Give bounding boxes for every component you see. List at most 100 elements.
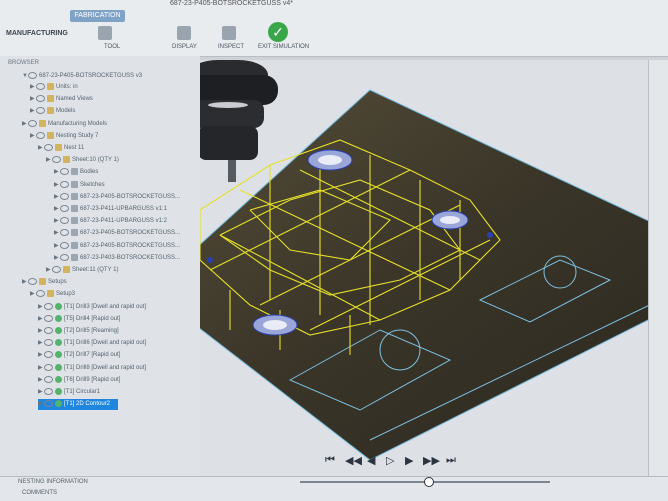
tree-item[interactable]: ▶ Sheet:10 (QTY 1) [46,155,119,166]
chevron-right-icon[interactable]: ▶ [54,216,60,227]
tree-item[interactable]: ▶ [T5] Drill4 [Rapid out] [38,314,120,325]
tree-item[interactable]: ▶ 687-23-P405-BOTSROCKETGUSS... [54,228,180,239]
checkmark-icon[interactable]: ✓ [268,22,288,42]
chevron-right-icon[interactable]: ▶ [30,106,36,117]
chevron-right-icon[interactable]: ▶ [54,253,60,264]
eye-icon[interactable] [28,119,37,127]
step-back-icon[interactable]: ◀◀ [345,454,362,467]
display-icon[interactable] [177,26,191,40]
chevron-right-icon[interactable]: ▶ [38,387,44,398]
tool-group-label[interactable]: TOOL [104,44,120,50]
eye-icon[interactable] [60,217,69,225]
tree-item[interactable]: ▶ [T6] Drill9 [Rapid out] [38,375,120,386]
eye-icon[interactable] [60,241,69,249]
chevron-right-icon[interactable]: ▶ [46,265,52,276]
tab-fabrication[interactable]: FABRICATION [70,10,125,22]
tree-item[interactable]: ▶ [T1] Circular1 [38,387,100,398]
eye-icon[interactable] [44,339,53,347]
chevron-right-icon[interactable]: ▶ [38,350,44,361]
eye-icon[interactable] [44,375,53,383]
tree-item[interactable]: ▶ 687-23-P411-UPBARGUSS v1:2 [54,216,167,227]
inspect-group-label[interactable]: INSPECT [218,44,244,50]
skip-end-icon[interactable]: ⏭ [446,454,456,467]
chevron-right-icon[interactable]: ▶ [38,399,44,410]
eye-icon[interactable] [36,82,45,90]
eye-icon[interactable] [36,95,45,103]
chevron-right-icon[interactable]: ▶ [38,375,44,386]
tree-item[interactable]: ▶ Sketches [54,180,105,191]
tree-item[interactable]: ▶ [T1] Drill8 [Dwell and rapid out] [38,363,146,374]
tree-item[interactable]: ▶ [T1] 2D Contour2 [38,399,119,411]
eye-icon[interactable] [60,168,69,176]
eye-icon[interactable] [44,314,53,322]
browser-root[interactable]: ▼ 687-23-P405-BOTSROCKETGUSS v3 [22,71,142,82]
eye-icon[interactable] [28,278,37,286]
eye-icon[interactable] [28,71,37,79]
play-icon[interactable]: ▷ [386,454,394,467]
tree-item[interactable]: ▶ 687-23-P405-BOTSROCKETGUSS... [54,241,180,252]
eye-icon[interactable] [60,204,69,212]
eye-icon[interactable] [44,363,53,371]
chevron-right-icon[interactable]: ▶ [54,228,60,239]
exit-simulation-button[interactable]: EXIT SIMULATION [258,44,309,50]
chevron-right-icon[interactable]: ▶ [54,192,60,203]
eye-icon[interactable] [44,400,53,408]
step-forward-icon[interactable]: ▶▶ [423,454,440,467]
eye-icon[interactable] [52,265,61,273]
chevron-right-icon[interactable]: ▶ [38,143,44,154]
eye-icon[interactable] [60,180,69,188]
nesting-information-panel[interactable]: NESTING INFORMATION [18,479,88,485]
chevron-right-icon[interactable]: ▶ [30,131,36,142]
tree-item[interactable]: ▶ Setup3 [30,289,75,300]
tree-item[interactable]: ▶ Nesting Study 7 [30,131,98,142]
tree-item[interactable]: ▶ Named Views [30,94,93,105]
eye-icon[interactable] [52,156,61,164]
chevron-right-icon[interactable]: ▶ [54,204,60,215]
comments-panel[interactable]: COMMENTS [22,490,57,496]
eye-icon[interactable] [44,302,53,310]
step-forward-single-icon[interactable]: ▶ [405,454,413,467]
tree-item[interactable]: ▶ [T1] Drill6 [Dwell and rapid out] [38,338,146,349]
chevron-right-icon[interactable]: ▶ [38,338,44,349]
chevron-right-icon[interactable]: ▶ [22,277,28,288]
tree-item[interactable]: ▶ Sheet:11 (QTY 1) [46,265,118,276]
chevron-right-icon[interactable]: ▶ [38,314,44,325]
simulation-canvas[interactable] [120,60,668,500]
chevron-right-icon[interactable]: ▶ [30,94,36,105]
chevron-right-icon[interactable]: ▶ [54,167,60,178]
tree-item[interactable]: ▶ Units: in [30,82,78,93]
chevron-down-icon[interactable]: ▼ [22,71,28,82]
chevron-right-icon[interactable]: ▶ [46,155,52,166]
tree-item[interactable]: ▶ [T1] Drill3 [Dwell and rapid out] [38,302,146,313]
tree-item[interactable]: ▶ 687-23-P405-BOTSROCKETGUSS... [54,192,180,203]
inspect-icon[interactable] [222,26,236,40]
display-group-label[interactable]: DISPLAY [172,44,197,50]
eye-icon[interactable] [36,290,45,298]
skip-start-icon[interactable]: ⏮ [325,454,335,467]
tree-item[interactable]: ▶ Bodies [54,167,98,178]
chevron-right-icon[interactable]: ▶ [30,82,36,93]
eye-icon[interactable] [44,143,53,151]
tree-item[interactable]: ▶ [T2] Drill5 [Reaming] [38,326,119,337]
chevron-right-icon[interactable]: ▶ [30,289,36,300]
tree-item[interactable]: ▶ Nest 11 [38,143,84,154]
workspace-switcher[interactable]: MANUFACTURING [6,30,68,37]
tree-item[interactable]: ▶ [T2] Drill7 [Rapid out] [38,350,120,361]
eye-icon[interactable] [44,387,53,395]
eye-icon[interactable] [44,351,53,359]
tree-item[interactable]: ▶ 687-23-P411-UPBARGUSS v1:1 [54,204,167,215]
eye-icon[interactable] [60,229,69,237]
eye-icon[interactable] [60,192,69,200]
step-back-single-icon[interactable]: ◀ [367,454,375,467]
eye-icon[interactable] [44,326,53,334]
eye-icon[interactable] [36,107,45,115]
timeline-handle[interactable] [424,477,434,487]
eye-icon[interactable] [36,131,45,139]
tree-item[interactable]: ▶ Setups [22,277,67,288]
eye-icon[interactable] [60,253,69,261]
tree-item[interactable]: ▶ 687-23-P403-BOTSROCKETGUSS... [54,253,180,264]
tree-item[interactable]: ▶ Manufacturing Models [22,119,107,130]
chevron-right-icon[interactable]: ▶ [38,326,44,337]
tree-item[interactable]: ▶ Models [30,106,75,117]
tool-icon[interactable] [98,26,112,40]
